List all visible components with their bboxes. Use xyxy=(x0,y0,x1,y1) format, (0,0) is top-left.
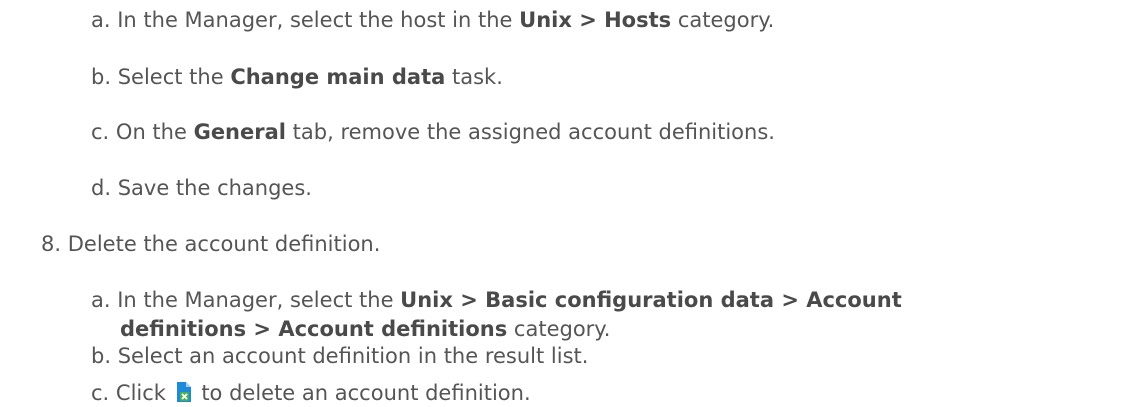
list-marker: a. xyxy=(91,288,111,312)
step-text: In the Manager, select the xyxy=(117,288,401,312)
substep-a-select-category-cont: definitions > Account definitions catego… xyxy=(120,316,610,342)
list-marker: b. xyxy=(91,65,112,89)
menu-path: Unix > Basic configuration data > Accoun… xyxy=(400,288,902,312)
substep-a-select-host: a. In the Manager, select the host in th… xyxy=(91,7,774,33)
step-text: On the xyxy=(115,120,194,144)
task-name: Change main data xyxy=(230,65,446,89)
step-text: Select the xyxy=(117,65,231,89)
step-text: tab, remove the assigned account definit… xyxy=(285,120,775,144)
list-marker: b. xyxy=(91,344,112,368)
step-text: category. xyxy=(507,317,611,341)
substep-a-select-category: a. In the Manager, select the Unix > Bas… xyxy=(91,287,902,313)
substep-c-click-delete: c. Click to delete an account definition… xyxy=(91,380,531,406)
step-text: task. xyxy=(445,65,503,89)
list-marker: d. xyxy=(91,176,112,200)
list-marker: 8. xyxy=(41,232,62,256)
substep-c-general-tab: c. On the General tab, remove the assign… xyxy=(91,119,775,145)
step-text: In the Manager, select the host in the xyxy=(117,8,520,32)
substep-b-select-task: b. Select the Change main data task. xyxy=(91,64,503,90)
delete-document-icon xyxy=(175,381,193,403)
tab-name: General xyxy=(193,120,286,144)
menu-path: Unix > Hosts xyxy=(519,8,672,32)
list-marker: c. xyxy=(91,381,110,405)
step-text: Delete the account definition. xyxy=(67,232,381,256)
substep-d-save: d. Save the changes. xyxy=(91,175,312,201)
step-text: Click xyxy=(115,381,173,405)
list-marker: c. xyxy=(91,120,110,144)
step-text: category. xyxy=(671,8,775,32)
step-8-delete-definition: 8. Delete the account definition. xyxy=(41,231,380,257)
step-text: Save the changes. xyxy=(117,176,312,200)
substep-b-select-definition: b. Select an account definition in the r… xyxy=(91,343,588,369)
menu-path: definitions > Account definitions xyxy=(120,317,508,341)
step-text: to delete an account definition. xyxy=(194,381,531,405)
list-marker: a. xyxy=(91,8,111,32)
step-text: Select an account definition in the resu… xyxy=(117,344,589,368)
